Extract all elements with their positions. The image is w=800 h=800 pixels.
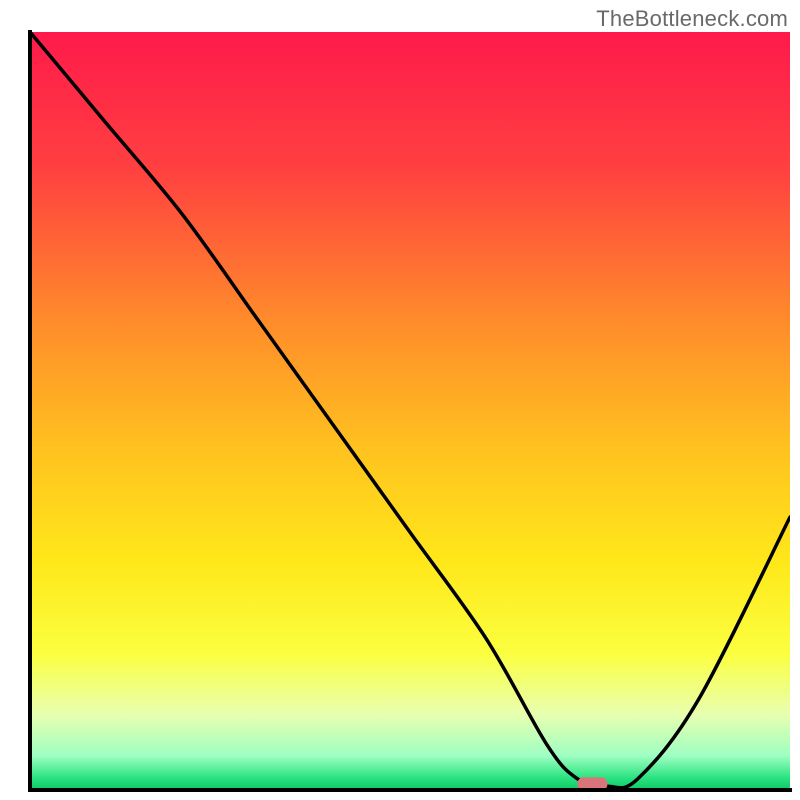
bottleneck-chart: [0, 0, 800, 800]
watermark-text: TheBottleneck.com: [596, 6, 788, 32]
gradient-fill: [30, 32, 790, 790]
